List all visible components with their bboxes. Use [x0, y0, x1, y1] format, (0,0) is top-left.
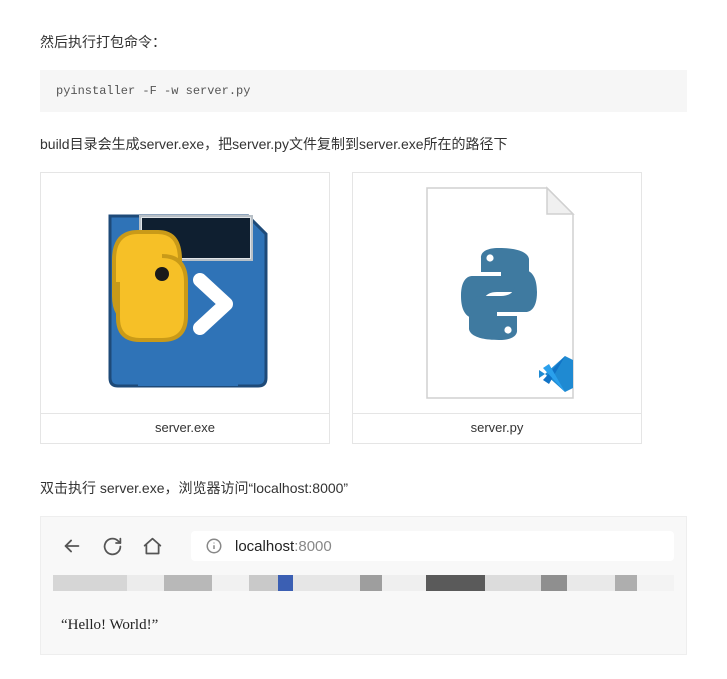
- url-port: :8000: [294, 538, 332, 555]
- url-text: localhost:8000: [235, 538, 332, 555]
- intro-text: 然后执行打包命令：: [40, 32, 687, 52]
- file-card-server-exe: server.exe: [40, 172, 330, 444]
- back-icon[interactable]: [61, 535, 83, 557]
- reload-icon[interactable]: [101, 535, 123, 557]
- python-file-vscode-icon: [397, 178, 597, 408]
- browser-toolbar: localhost:8000: [53, 527, 674, 573]
- code-block-pyinstaller: pyinstaller -F -w server.py: [40, 70, 687, 112]
- py-icon-area: [353, 173, 641, 413]
- bookmarks-blurred-strip: [53, 575, 674, 591]
- exe-caption: server.exe: [41, 413, 329, 443]
- py-caption: server.py: [353, 413, 641, 443]
- browser-screenshot: localhost:8000 “Hello! World!”: [40, 516, 687, 655]
- site-info-icon[interactable]: [205, 537, 223, 555]
- exe-icon-area: [41, 173, 329, 413]
- file-card-server-py: server.py: [352, 172, 642, 444]
- url-host: localhost: [235, 538, 294, 555]
- page-body-output: “Hello! World!”: [53, 599, 674, 640]
- run-note-text: 双击执行 server.exe，浏览器访问“localhost:8000”: [40, 478, 687, 498]
- address-bar[interactable]: localhost:8000: [191, 531, 674, 561]
- floppy-python-exe-icon: [80, 188, 290, 398]
- file-thumbnails-row: server.exe: [40, 172, 687, 444]
- home-icon[interactable]: [141, 535, 163, 557]
- after-build-text: build目录会生成server.exe，把server.py文件复制到serv…: [40, 134, 687, 154]
